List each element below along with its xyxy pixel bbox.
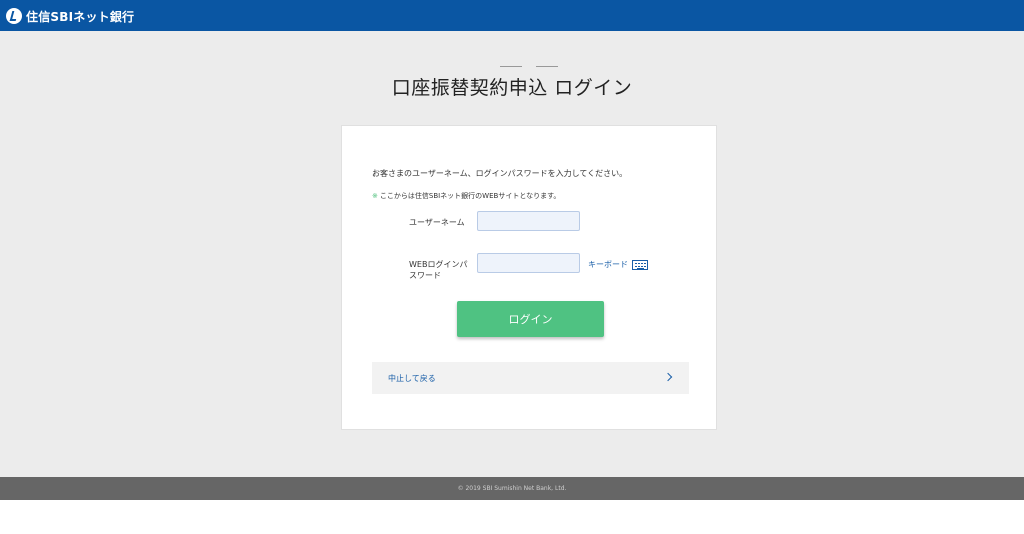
main-content: 口座振替契約申込 ログイン お客さまのユーザーネーム、ログインパスワードを入力し… [0, 31, 1024, 477]
password-input[interactable] [477, 253, 580, 273]
note-text: ここからは住信SBIネット銀行のWEBサイトとなります。 [379, 192, 561, 200]
instruction-text: お客さまのユーザーネーム、ログインパスワードを入力してください。 [372, 169, 628, 178]
brand-name: 住信SBIネット銀行 [26, 9, 135, 24]
chevron-right-icon [663, 372, 673, 382]
title-decoration [500, 66, 558, 68]
login-card: お客さまのユーザーネーム、ログインパスワードを入力してください。 ※ ここからは住… [341, 125, 717, 430]
page-title: 口座振替契約申込 ログイン [391, 77, 633, 99]
cancel-return-button[interactable]: 中止して戻る [372, 362, 689, 394]
cancel-label: 中止して戻る [388, 374, 436, 383]
site-footer: © 2019 SBI Sumishin Net Bank, Ltd. [0, 477, 1024, 500]
password-label-line1: WEBログインパ [409, 260, 468, 269]
software-keyboard-link[interactable]: キーボード [588, 259, 648, 270]
sbi-logo-icon [6, 8, 22, 24]
username-label: ユーザーネーム [409, 218, 465, 227]
username-input[interactable] [477, 211, 580, 231]
site-header: 住信SBIネット銀行 [0, 0, 1024, 31]
keyboard-icon [632, 259, 648, 270]
brand-logo[interactable]: 住信SBIネット銀行 [6, 7, 134, 25]
keyboard-label: キーボード [588, 260, 628, 269]
note-mark: ※ [372, 192, 378, 200]
password-label: WEBログインパ スワード [409, 259, 467, 281]
copyright-text: © 2019 SBI Sumishin Net Bank, Ltd. [457, 485, 567, 492]
external-site-note: ※ ここからは住信SBIネット銀行のWEBサイトとなります。 [372, 191, 560, 201]
login-button[interactable]: ログイン [457, 301, 604, 337]
password-label-line2: スワード [409, 271, 441, 280]
